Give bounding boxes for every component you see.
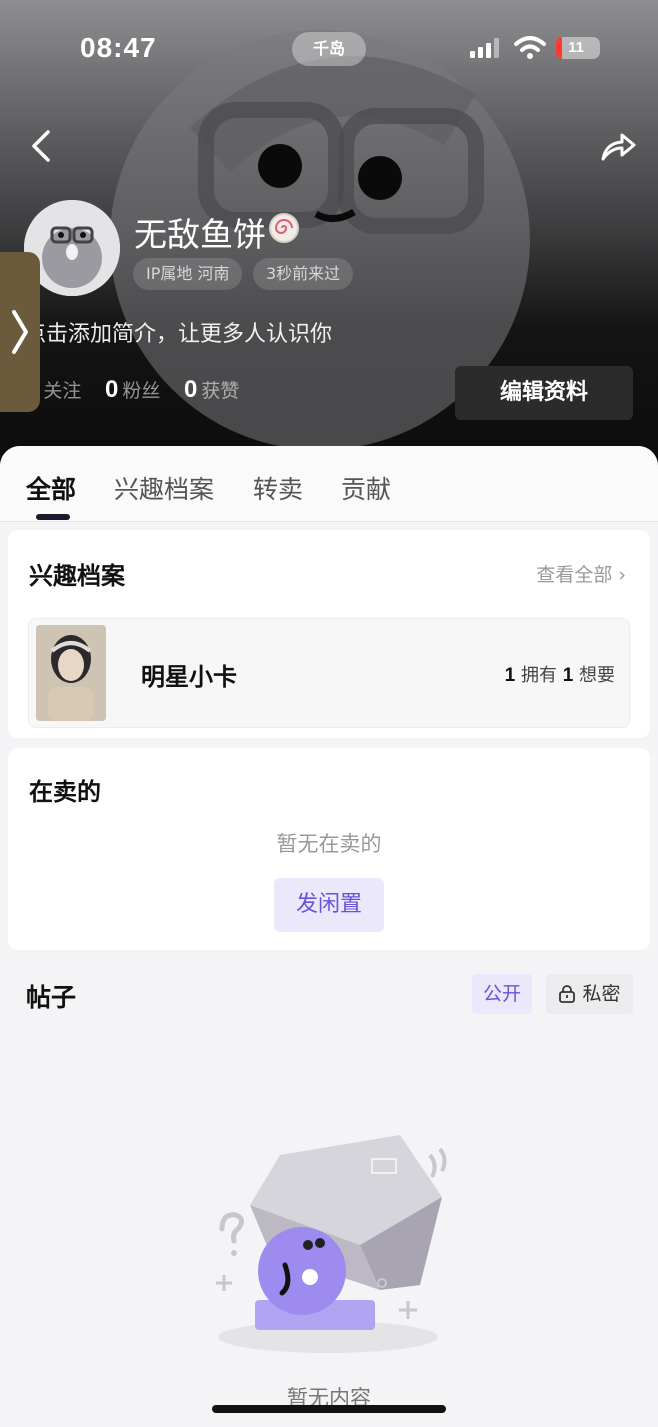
bio-placeholder[interactable]: 点击添加简介，让更多人认识你 — [24, 316, 332, 348]
back-icon[interactable] — [26, 128, 56, 164]
interest-section-title: 兴趣档案 — [29, 562, 125, 590]
tab-interest-profile[interactable]: 兴趣档案 — [114, 470, 214, 506]
likes-count: 0 — [184, 376, 198, 403]
interest-item-counts: 1 拥有 1 想要 — [505, 661, 615, 687]
status-bar: 08:47 千岛 11 — [0, 22, 658, 72]
want-label: 想要 — [579, 665, 615, 686]
ip-location-tag: IP属地 河南 — [133, 258, 243, 290]
fish-cake-icon — [269, 213, 299, 243]
interest-profile-card: 兴趣档案 查看全部 › 明星小卡 1 拥有 1 想要 — [8, 530, 650, 738]
side-drawer-handle[interactable] — [0, 252, 40, 412]
want-count: 1 — [562, 665, 574, 686]
app-indicator-pill: 千岛 — [292, 32, 366, 66]
tab-contribution[interactable]: 贡献 — [341, 470, 391, 506]
cellular-signal-icon — [470, 38, 499, 58]
home-indicator — [212, 1405, 446, 1413]
interest-item-name: 明星小卡 — [141, 663, 237, 691]
status-time: 08:47 — [80, 32, 157, 63]
following-label: 关注 — [43, 380, 82, 402]
battery-percent: 11 — [568, 39, 584, 56]
likes-label: 获赞 — [201, 380, 240, 402]
tab-bar: 全部 兴趣档案 转卖 贡献 — [0, 446, 658, 522]
profile-header: 08:47 千岛 11 无敌鱼饼 IP属地 河南 3秒前来过 点击添加简介，让更… — [0, 0, 658, 470]
tab-resale[interactable]: 转卖 — [253, 470, 303, 506]
post-idle-item-button[interactable]: 发闲置 — [274, 878, 384, 932]
see-all-label: 查看全部 — [536, 564, 613, 586]
selling-empty-text: 暂无在卖的 — [276, 832, 382, 856]
lock-icon — [559, 985, 576, 1003]
tab-all[interactable]: 全部 — [26, 470, 76, 506]
empty-box-illustration — [216, 1135, 447, 1353]
battery-icon: 11 — [556, 37, 600, 59]
public-toggle[interactable]: 公开 — [472, 974, 532, 1014]
see-all-link[interactable]: 查看全部 › — [536, 560, 626, 587]
followers-count: 0 — [105, 376, 119, 403]
star-card-thumbnail — [36, 625, 106, 721]
own-count: 1 — [504, 665, 516, 686]
edit-profile-button[interactable]: 编辑资料 — [455, 366, 633, 420]
portrait-image — [36, 625, 106, 721]
posts-section-title: 帖子 — [26, 983, 77, 1012]
chevron-right-icon: › — [612, 564, 626, 586]
selling-section-title: 在卖的 — [29, 778, 101, 806]
selling-card: 在卖的 暂无在卖的 发闲置 — [8, 748, 650, 950]
share-icon[interactable] — [598, 126, 638, 166]
followers-stat[interactable]: 0 粉丝 — [105, 376, 160, 412]
interest-item-card[interactable]: 明星小卡 1 拥有 1 想要 — [28, 618, 630, 728]
wifi-icon — [514, 36, 546, 59]
private-label: 私密 — [582, 983, 621, 1005]
chevron-right-icon — [12, 310, 28, 354]
username: 无敌鱼饼 — [134, 215, 266, 254]
private-toggle[interactable]: 私密 — [546, 974, 633, 1014]
active-tab-indicator — [36, 514, 70, 520]
likes-stat[interactable]: 0 获赞 — [184, 376, 239, 412]
followers-label: 粉丝 — [122, 380, 161, 402]
own-label: 拥有 — [520, 665, 557, 686]
last-active-tag: 3秒前来过 — [253, 258, 354, 290]
